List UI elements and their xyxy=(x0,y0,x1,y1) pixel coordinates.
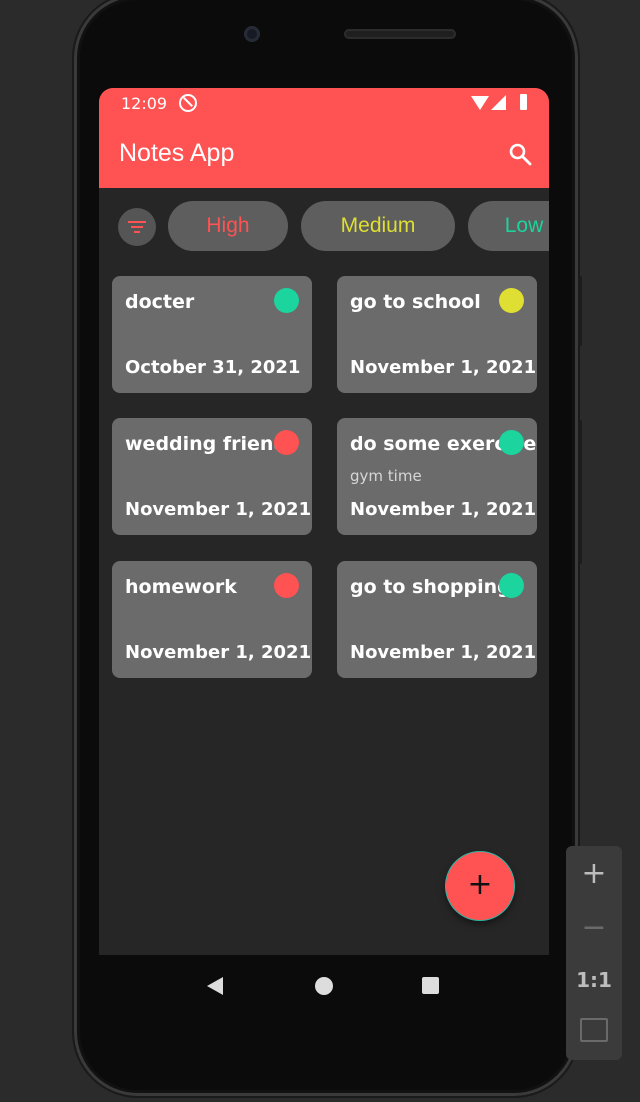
note-title: wedding friend xyxy=(125,433,288,455)
chip-low[interactable]: Low xyxy=(468,201,549,251)
note-card[interactable]: go to school November 1, 2021 xyxy=(337,276,537,393)
priority-indicator xyxy=(499,430,524,455)
fit-screen-icon-frame xyxy=(580,1018,608,1042)
note-title: docter xyxy=(125,291,195,313)
earpiece-speaker xyxy=(344,29,456,39)
note-title: go to school xyxy=(350,291,481,313)
front-camera xyxy=(244,26,260,42)
emulator-zoom-panel: + − 1:1 xyxy=(566,846,622,1060)
nav-back-icon[interactable] xyxy=(207,977,223,995)
note-date: November 1, 2021 xyxy=(125,499,312,520)
priority-indicator xyxy=(274,430,299,455)
note-title: go to shopping xyxy=(350,576,511,598)
status-bar: 12:09 xyxy=(99,88,549,118)
note-subtitle: gym time xyxy=(350,467,422,485)
status-time: 12:09 xyxy=(121,94,168,113)
wifi-icon xyxy=(471,96,489,110)
note-date: November 1, 2021 xyxy=(350,642,537,663)
priority-indicator xyxy=(499,288,524,313)
note-date: October 31, 2021 xyxy=(125,357,301,378)
note-card[interactable]: go to shopping November 1, 2021 xyxy=(337,561,537,678)
fit-screen-icon[interactable] xyxy=(566,1018,622,1042)
zoom-in-button[interactable]: + xyxy=(566,856,622,891)
battery-icon xyxy=(520,94,527,110)
note-card[interactable]: homework November 1, 2021 xyxy=(112,561,312,678)
do-not-disturb-icon xyxy=(179,94,197,112)
app-bar: 12:09 Notes App xyxy=(99,88,549,188)
filter-button[interactable] xyxy=(118,208,156,246)
priority-indicator xyxy=(274,288,299,313)
note-card[interactable]: wedding friend November 1, 2021 xyxy=(112,418,312,535)
power-button xyxy=(578,276,582,346)
filter-icon xyxy=(128,221,146,223)
add-note-button[interactable]: + xyxy=(446,852,514,920)
app-title: Notes App xyxy=(119,139,235,167)
zoom-out-button[interactable]: − xyxy=(566,910,622,945)
priority-indicator xyxy=(274,573,299,598)
app-screen: 12:09 Notes App High Medium Low docter O… xyxy=(99,88,549,955)
note-date: November 1, 2021 xyxy=(350,357,537,378)
note-card[interactable]: do some exercise gym time November 1, 20… xyxy=(337,418,537,535)
volume-button xyxy=(578,420,582,564)
note-date: November 1, 2021 xyxy=(125,642,312,663)
nav-recents-icon[interactable] xyxy=(422,977,439,994)
filter-icon-line xyxy=(134,231,140,233)
note-card[interactable]: docter October 31, 2021 xyxy=(112,276,312,393)
chip-medium[interactable]: Medium xyxy=(301,201,455,251)
nav-home-icon[interactable] xyxy=(315,977,333,995)
note-date: November 1, 2021 xyxy=(350,499,537,520)
actual-size-button[interactable]: 1:1 xyxy=(566,968,622,992)
filter-icon-line xyxy=(131,226,143,228)
priority-indicator xyxy=(499,573,524,598)
priority-filter-row: High Medium Low xyxy=(99,200,549,252)
search-icon[interactable] xyxy=(508,142,532,166)
system-nav-bar xyxy=(99,955,549,1015)
chip-high[interactable]: High xyxy=(168,201,288,251)
note-title: homework xyxy=(125,576,237,598)
cell-signal-icon xyxy=(491,95,506,110)
